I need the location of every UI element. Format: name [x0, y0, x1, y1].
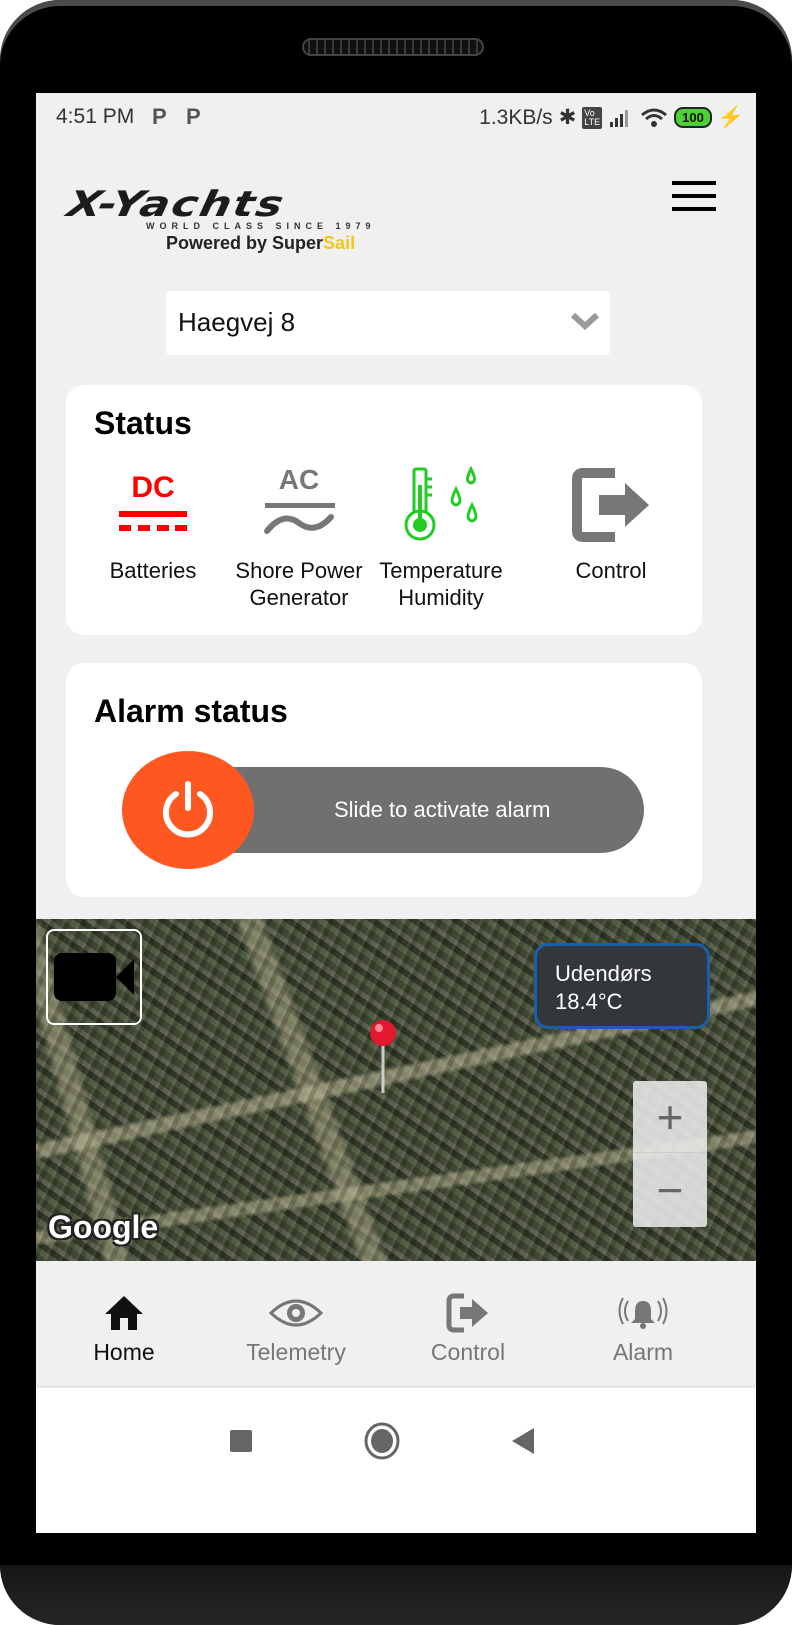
- status-item-label: Batteries: [109, 558, 197, 583]
- zoom-in-button[interactable]: +: [633, 1081, 707, 1153]
- nav-label: Telemetry: [246, 1339, 346, 1365]
- dc-battery-icon: DC: [78, 465, 228, 545]
- phone-frame: 4:51 PM P P 1.3KB/s ✱ Vo LTE 100 ⚡ X-Yach…: [0, 0, 792, 1625]
- battery-indicator: 100: [674, 107, 712, 128]
- status-title: Status: [94, 405, 192, 441]
- wifi-icon: [641, 108, 668, 127]
- home-icon: [44, 1291, 204, 1335]
- outdoor-temp-badge: Udendørs 18.4°C: [534, 943, 710, 1029]
- nav-home[interactable]: Home: [44, 1291, 204, 1366]
- back-button-icon[interactable]: [510, 1426, 536, 1456]
- status-item-label: Temperature Humidity: [379, 558, 503, 610]
- satellite-map[interactable]: Udendørs 18.4°C + − Google: [36, 919, 756, 1261]
- app-screen: 4:51 PM P P 1.3KB/s ✱ Vo LTE 100 ⚡ X-Yach…: [36, 93, 756, 1533]
- status-item-temperature[interactable]: Temperature Humidity: [366, 465, 516, 611]
- nav-telemetry[interactable]: Telemetry: [216, 1291, 376, 1366]
- eye-icon: [216, 1291, 376, 1335]
- powered-by-prefix: Powered by Super: [166, 233, 324, 253]
- alarm-slider-text: Slide to activate alarm: [334, 797, 551, 822]
- exit-control-icon: [536, 465, 686, 545]
- dc-icon-text: DC: [131, 471, 174, 504]
- outdoor-temp-value: 18.4°C: [555, 989, 623, 1014]
- map-pin-icon[interactable]: [368, 1019, 398, 1095]
- volte-icon: Vo LTE: [582, 106, 603, 129]
- status-time: 4:51 PM: [56, 105, 135, 128]
- logo-wordmark: X-Yachts: [63, 184, 289, 225]
- camera-button[interactable]: [46, 929, 142, 1025]
- outdoor-label: Udendørs: [555, 961, 652, 986]
- chevron-down-icon: [570, 312, 600, 331]
- alarm-title: Alarm status: [94, 693, 288, 729]
- zoom-out-button[interactable]: −: [633, 1154, 707, 1226]
- recents-button-icon[interactable]: [228, 1428, 254, 1454]
- video-camera-icon: [54, 953, 134, 1001]
- status-item-batteries[interactable]: DC Batteries: [78, 465, 228, 584]
- status-item-label: Shore Power Generator: [235, 558, 363, 610]
- charging-icon: ⚡: [717, 105, 744, 129]
- status-item-shore-power[interactable]: AC Shore Power Generator: [224, 465, 374, 611]
- ac-icon-text: AC: [279, 465, 319, 495]
- signal-icon: [610, 109, 629, 127]
- status-card: Status DC Batteries AC Shore Power Genera…: [66, 385, 702, 635]
- nav-control[interactable]: Control: [388, 1291, 548, 1366]
- power-icon: [163, 781, 213, 838]
- powered-by: Powered by SuperSail: [166, 233, 355, 254]
- parking-app-icon: P: [186, 104, 201, 129]
- logo-tagline: WORLD CLASS SINCE 1979: [146, 221, 376, 231]
- bottom-nav: Home Telemetry Control Alarm: [36, 1261, 756, 1387]
- location-select[interactable]: Haegvej 8: [166, 291, 610, 355]
- map-zoom-control: + −: [633, 1081, 707, 1227]
- alarm-card: Alarm status Slide to activate alarm: [66, 663, 702, 897]
- thermometer-humidity-icon: [366, 465, 516, 545]
- status-item-label: Control: [575, 558, 647, 583]
- parking-app-icon: P: [152, 104, 167, 129]
- ac-power-icon: AC: [224, 465, 374, 545]
- location-select-value: Haegvej 8: [178, 307, 296, 337]
- nav-alarm[interactable]: Alarm: [563, 1291, 723, 1366]
- nav-label: Alarm: [612, 1339, 674, 1365]
- alarm-bell-icon: [563, 1291, 723, 1335]
- google-attribution: Google: [48, 1209, 159, 1245]
- hamburger-menu-icon[interactable]: [672, 179, 716, 213]
- network-speed: 1.3KB/s: [479, 105, 553, 129]
- exit-icon: [388, 1291, 548, 1335]
- nav-label: Home: [93, 1339, 155, 1365]
- status-item-control[interactable]: Control: [536, 465, 686, 584]
- home-button-icon[interactable]: [364, 1422, 400, 1460]
- status-icons: 1.3KB/s ✱ Vo LTE 100 ⚡: [479, 105, 744, 130]
- powered-by-suffix: Sail: [323, 233, 356, 253]
- bluetooth-icon: ✱: [558, 106, 577, 129]
- phone-chin: [0, 1565, 792, 1625]
- nav-label: Control: [430, 1339, 506, 1365]
- alarm-slider-handle[interactable]: [122, 751, 254, 869]
- android-nav-bar: [36, 1388, 756, 1533]
- xyachts-logo: X-Yachts WORLD CLASS SINCE 1979 Powered …: [64, 184, 398, 265]
- status-bar: 4:51 PM P P 1.3KB/s ✱ Vo LTE 100 ⚡: [36, 93, 756, 141]
- phone-speaker: [302, 38, 484, 56]
